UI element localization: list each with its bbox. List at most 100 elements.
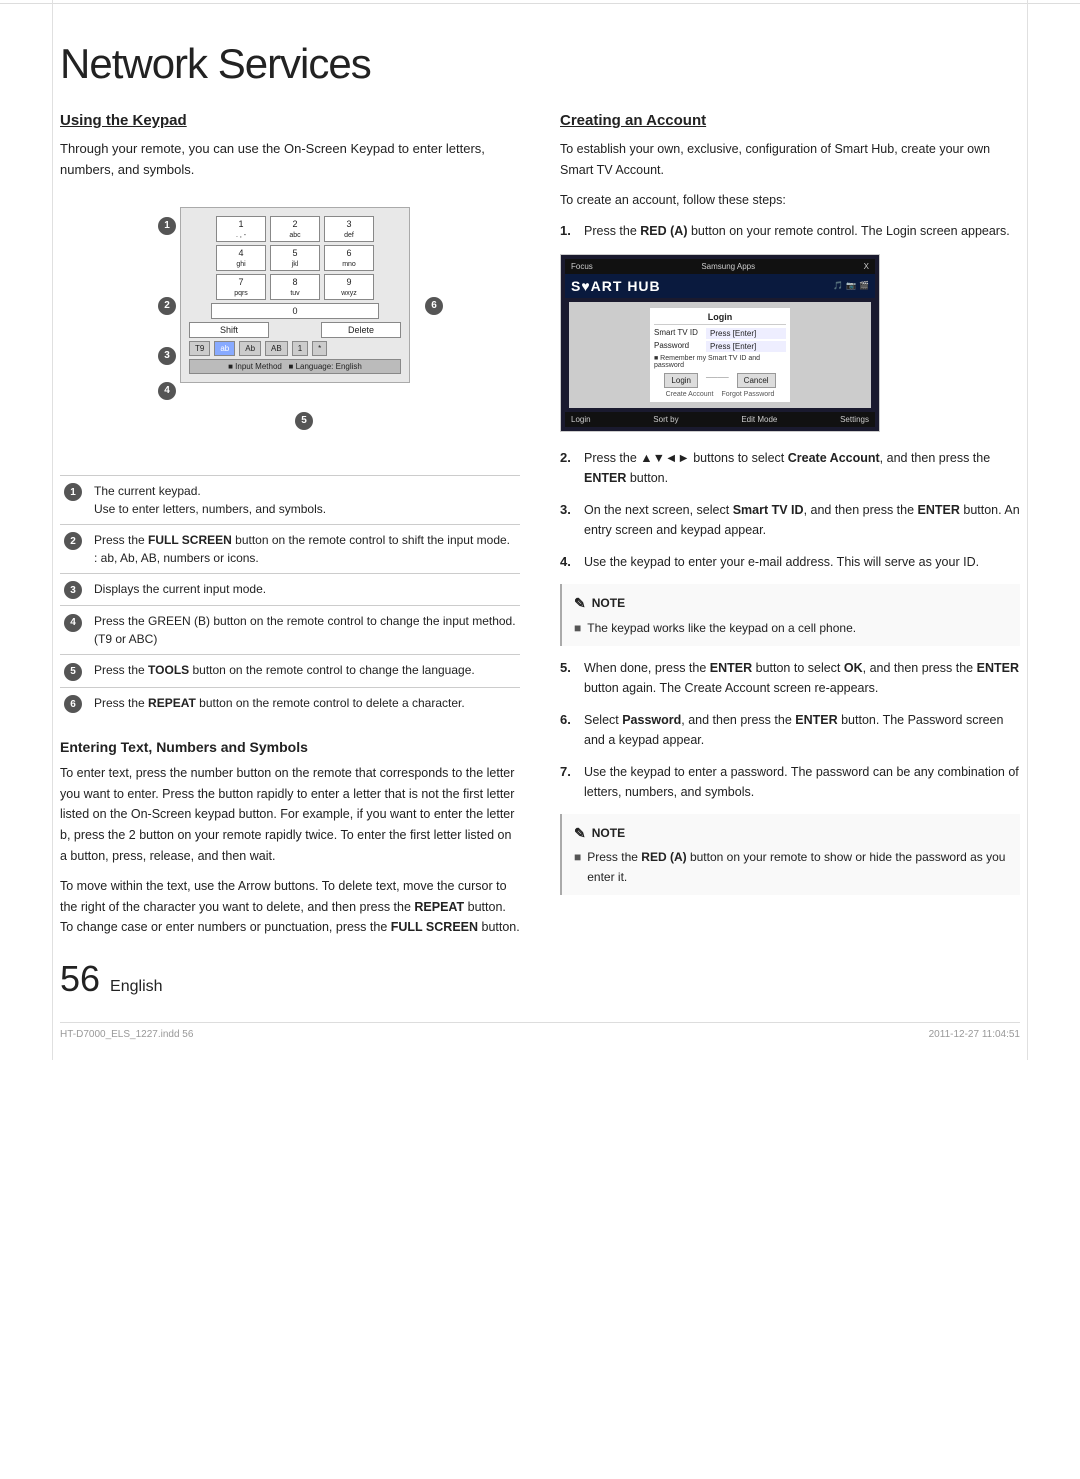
- annotation-circle: 6: [60, 687, 90, 719]
- step-2-num: 2.: [560, 448, 576, 488]
- key-delete[interactable]: Delete: [321, 322, 401, 338]
- mode-1[interactable]: 1: [292, 341, 308, 356]
- note-1-title: ✎ NOTE: [574, 592, 1008, 614]
- sh-icon1: 🎵: [833, 281, 843, 290]
- sh-cancel-btn[interactable]: Cancel: [737, 373, 776, 388]
- smarthub-mockup: Focus Samsung Apps X S♥ART HUB 🎵 📷 🎬 Log…: [560, 254, 880, 432]
- sh-forgot-link[interactable]: Forgot Password: [721, 391, 774, 398]
- sh-login-container: Login Smart TV ID Press [Enter] Password…: [569, 302, 871, 408]
- annotation-circle: 5: [60, 655, 90, 688]
- page: Network Services Using the Keypad Throug…: [0, 0, 1080, 1060]
- step-1: 1. Press the RED (A) button on your remo…: [560, 221, 1020, 242]
- key-2: 2abc: [270, 216, 320, 242]
- key-0: 0: [211, 303, 379, 319]
- note-bullet-2: ■: [574, 848, 581, 867]
- step-2: 2. Press the ▲▼◄► buttons to select Crea…: [560, 448, 1020, 488]
- step-7-num: 7.: [560, 762, 576, 802]
- sh-logo-row: S♥ART HUB 🎵 📷 🎬: [565, 274, 875, 298]
- page-language: English: [110, 978, 162, 996]
- top-decoration: [0, 0, 1080, 4]
- key-shift[interactable]: Shift: [189, 322, 269, 338]
- entering-body2: To move within the text, use the Arrow b…: [60, 876, 520, 938]
- keypad-row-2: 4ghi 5jkl 6mno: [189, 245, 401, 271]
- mode-AB[interactable]: AB: [265, 341, 288, 356]
- keypad-box: 1. , - 2abc 3def 4ghi 5jkl 6mno 7pqrs 8t…: [180, 207, 410, 383]
- footer-right: 2011-12-27 11:04:51: [929, 1029, 1020, 1040]
- step-7: 7. Use the keypad to enter a password. T…: [560, 762, 1020, 802]
- steps-5-7: 5. When done, press the ENTER button to …: [560, 658, 1020, 802]
- section-title-account: Creating an Account: [560, 112, 1020, 129]
- annotation-table: 1The current keypad.Use to enter letters…: [60, 475, 520, 720]
- annotation-circle: 2: [60, 524, 90, 573]
- key-4: 4ghi: [216, 245, 266, 271]
- keypad-row-3: 7pqrs 8tuv 9wxyz: [189, 274, 401, 300]
- step-6-text: Select Password, and then press the ENTE…: [584, 710, 1020, 750]
- sh-bottom-edit: Edit Mode: [741, 415, 777, 424]
- annotation-text: Press the TOOLS button on the remote con…: [90, 655, 520, 688]
- keypad-lang-bar: ■ Input Method ■ Language: English: [189, 359, 401, 374]
- key-5: 5jkl: [270, 245, 320, 271]
- annotation-text: Press the REPEAT button on the remote co…: [90, 687, 520, 719]
- mode-Ab[interactable]: Ab: [239, 341, 261, 356]
- step-1-num: 1.: [560, 221, 576, 242]
- note-1-text-1: The keypad works like the keypad on a ce…: [587, 619, 856, 638]
- annotation-circle: 4: [60, 606, 90, 655]
- step-4-num: 4.: [560, 552, 576, 573]
- step-6: 6. Select Password, and then press the E…: [560, 710, 1020, 750]
- annotation-1: 1: [158, 217, 176, 235]
- annotation-circle: 3: [60, 573, 90, 606]
- mode-star[interactable]: *: [312, 341, 327, 356]
- sh-focus: Focus: [571, 262, 593, 271]
- keypad-diagram: 1. , - 2abc 3def 4ghi 5jkl 6mno 7pqrs 8t…: [120, 197, 460, 467]
- key-1: 1. , -: [216, 216, 266, 242]
- footer-left: HT-D7000_ELS_1227.indd 56: [60, 1029, 193, 1040]
- step-3-num: 3.: [560, 500, 576, 540]
- note-icon-2: ✎: [574, 822, 586, 844]
- sh-buttons: Login ──── Cancel: [654, 373, 786, 388]
- sh-field-pw: Password Press [Enter]: [654, 341, 786, 352]
- sh-login-title: Login: [654, 312, 786, 325]
- note-bullet-1: ■: [574, 619, 581, 638]
- key-6: 6mno: [324, 245, 374, 271]
- keypad-shift-row: Shift Delete: [189, 322, 401, 338]
- sh-login-btn[interactable]: Login: [664, 373, 698, 388]
- note-2-text-1: Press the RED (A) button on your remote …: [587, 848, 1008, 886]
- step-6-num: 6.: [560, 710, 576, 750]
- note-box-1: ✎ NOTE ■ The keypad works like the keypa…: [560, 584, 1020, 646]
- annotation-5: 5: [295, 412, 313, 430]
- sh-icons: 🎵 📷 🎬: [833, 281, 869, 290]
- step-1-text: Press the RED (A) button on your remote …: [584, 221, 1010, 242]
- annotation-text: Press the FULL SCREEN button on the remo…: [90, 524, 520, 573]
- left-column: Using the Keypad Through your remote, yo…: [60, 112, 520, 1000]
- step-5: 5. When done, press the ENTER button to …: [560, 658, 1020, 698]
- annotation-3: 3: [158, 347, 176, 365]
- sh-logo: S♥ART HUB: [571, 278, 661, 294]
- footer: HT-D7000_ELS_1227.indd 56 2011-12-27 11:…: [60, 1022, 1020, 1040]
- step-list: 1. Press the RED (A) button on your remo…: [560, 221, 1020, 242]
- sh-field-id: Smart TV ID Press [Enter]: [654, 328, 786, 339]
- sh-samsung-apps: Samsung Apps: [701, 262, 755, 271]
- annotation-row: 2Press the FULL SCREEN button on the rem…: [60, 524, 520, 573]
- note-2-title: ✎ NOTE: [574, 822, 1008, 844]
- annotation-4: 4: [158, 382, 176, 400]
- sh-id-label: Smart TV ID: [654, 328, 698, 339]
- mode-ab[interactable]: ab: [214, 341, 235, 356]
- sh-create-link[interactable]: Create Account: [666, 391, 714, 398]
- annotation-text: The current keypad.Use to enter letters,…: [90, 475, 520, 524]
- sh-close: X: [864, 262, 869, 271]
- sh-bottom-login: Login: [571, 415, 591, 424]
- mode-t9[interactable]: T9: [189, 341, 210, 356]
- key-9: 9wxyz: [324, 274, 374, 300]
- note-2-item-1: ■ Press the RED (A) button on your remot…: [574, 848, 1008, 886]
- annotation-row: 1The current keypad.Use to enter letters…: [60, 475, 520, 524]
- annotation-circle: 1: [60, 475, 90, 524]
- annotation-row: 4Press the GREEN (B) button on the remot…: [60, 606, 520, 655]
- key-8: 8tuv: [270, 274, 320, 300]
- sh-login-box: Login Smart TV ID Press [Enter] Password…: [650, 308, 790, 402]
- step-7-text: Use the keypad to enter a password. The …: [584, 762, 1020, 802]
- sh-pw-value: Press [Enter]: [706, 341, 786, 352]
- section-title-entering: Entering Text, Numbers and Symbols: [60, 739, 520, 755]
- right-column: Creating an Account To establish your ow…: [560, 112, 1020, 1000]
- section-title-keypad: Using the Keypad: [60, 112, 520, 129]
- right-margin: [1027, 0, 1028, 1060]
